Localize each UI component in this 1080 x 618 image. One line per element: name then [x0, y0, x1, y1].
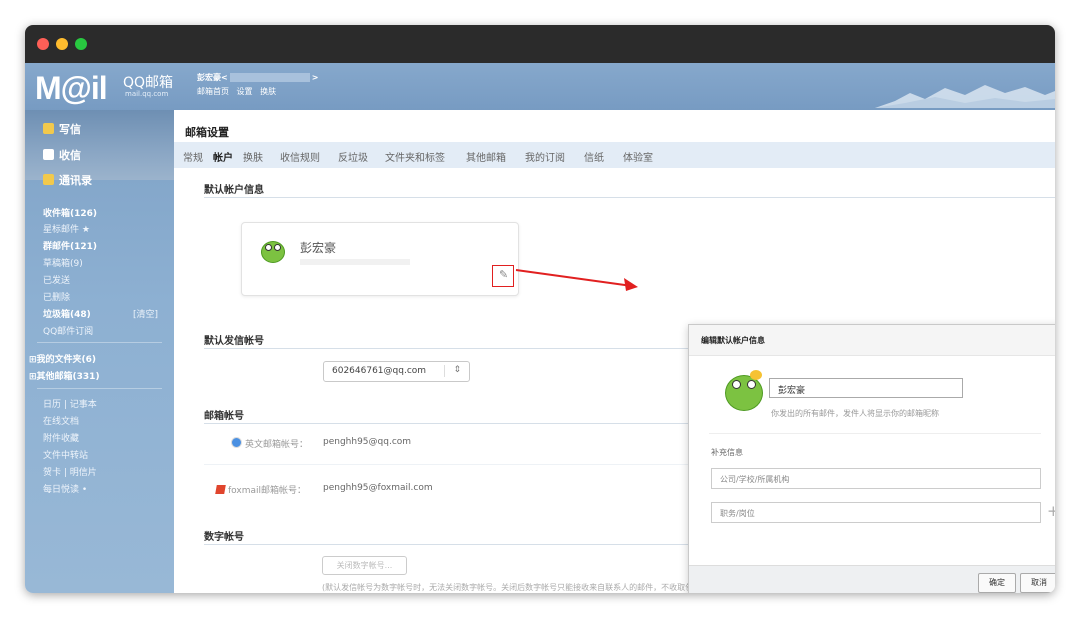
my-folders-group[interactable]: ⊞我的文件夹(6) — [29, 352, 96, 365]
minimize-window-button[interactable] — [56, 38, 68, 50]
folder-sent[interactable]: 已发送 — [43, 273, 70, 286]
qq-icon — [231, 437, 242, 448]
frog-avatar-icon — [261, 241, 285, 263]
folder-drafts[interactable]: 草稿箱(9) — [43, 256, 83, 269]
clear-spam-link[interactable]: [清空] — [133, 307, 158, 320]
section-default-sender: 默认发信帐号 — [204, 336, 264, 347]
section-digital-account: 数字帐号 — [204, 532, 244, 543]
logo-brand: QQ邮箱 — [123, 75, 174, 91]
nickname-hint: 你发出的所有邮件，发件人将显示你的邮箱昵称 — [771, 409, 939, 418]
other-mailboxes-group[interactable]: ⊞其他邮箱(331) — [29, 369, 100, 382]
online-docs-link[interactable]: 在线文档 — [43, 414, 79, 427]
english-account-label: 英文邮箱帐号： — [231, 437, 308, 450]
tab-folders-labels[interactable]: 文件夹和标签 — [385, 149, 445, 164]
sender-value: 602646761@qq.com — [332, 366, 427, 376]
calendar-notes-link[interactable]: 日历 | 记事本 — [43, 397, 97, 410]
contacts-icon — [43, 174, 54, 185]
tab-stationery[interactable]: 信纸 — [584, 149, 604, 164]
close-digital-account-button[interactable]: 关闭数字帐号... — [322, 556, 407, 575]
settings-tabs: 常规 帐户 换肤 收信规则 反垃圾 文件夹和标签 其他邮箱 我的订阅 信纸 体验… — [174, 142, 1055, 168]
default-sender-select[interactable]: 602646761@qq.com ⇕ — [323, 361, 470, 382]
annotation-arrow — [515, 269, 638, 291]
company-input[interactable]: 公司/学校/所属机构 — [711, 468, 1041, 489]
frog-avatar-icon[interactable] — [725, 370, 763, 411]
change-skin-link[interactable]: 换肤 — [260, 87, 276, 96]
mail-logo[interactable]: M@il — [35, 70, 108, 107]
sidebar-divider — [37, 342, 162, 343]
page-title: 邮箱设置 — [185, 126, 229, 139]
sidebar-divider — [37, 388, 162, 389]
account-display-name: 彭宏豪 — [300, 241, 337, 255]
tab-antispam[interactable]: 反垃圾 — [338, 149, 368, 164]
folder-group[interactable]: 群邮件(121) — [43, 239, 97, 252]
folder-deleted[interactable]: 已删除 — [43, 290, 70, 303]
foxmail-icon — [215, 485, 226, 494]
supplement-title: 补充信息 — [711, 448, 743, 457]
title-bar — [25, 25, 1055, 63]
dialog-title: 编辑默认帐户信息 — [701, 336, 765, 345]
browser-window: M@il QQ邮箱 mail.qq.com 彭宏豪< > 邮箱首页 设置 换肤 写… — [25, 25, 1055, 593]
english-account-value: penghh95@qq.com — [323, 437, 412, 447]
account-card: 彭宏豪 — [241, 222, 519, 296]
contacts-button[interactable]: 通讯录 — [43, 172, 92, 188]
mail-home-link[interactable]: 邮箱首页 — [197, 87, 229, 96]
dialog-header: 编辑默认帐户信息 × — [689, 325, 1055, 356]
contacts-label: 通讯录 — [59, 174, 92, 187]
close-window-button[interactable] — [37, 38, 49, 50]
receive-button[interactable]: 收信 — [43, 147, 81, 163]
settings-main: 邮箱设置 常规 帐户 换肤 收信规则 反垃圾 文件夹和标签 其他邮箱 我的订阅 … — [174, 110, 1055, 593]
section-divider — [204, 197, 1055, 198]
folder-subscriptions[interactable]: QQ邮件订阅 — [43, 324, 93, 337]
section-default-info: 默认帐户信息 — [204, 185, 264, 196]
folder-starred[interactable]: 星标邮件 ★ — [43, 222, 90, 235]
user-name: 彭宏豪< — [197, 73, 228, 82]
file-transfer-link[interactable]: 文件中转站 — [43, 448, 88, 461]
edit-account-icon[interactable]: ✎ — [492, 265, 514, 287]
cards-postcards-link[interactable]: 贺卡 | 明信片 — [43, 465, 97, 478]
compose-label: 写信 — [59, 123, 81, 136]
redacted-account-email — [300, 259, 410, 265]
pencil-icon — [43, 123, 54, 134]
edit-account-dialog: 编辑默认帐户信息 × 彭宏豪 你发出的所有邮件，发件人将显示你的邮箱昵称 补充信… — [688, 324, 1055, 593]
nickname-input[interactable]: 彭宏豪 — [769, 378, 963, 398]
select-arrow-icon: ⇕ — [453, 365, 461, 375]
maximize-window-button[interactable] — [75, 38, 87, 50]
tab-skin[interactable]: 换肤 — [243, 149, 263, 164]
inbox-icon — [43, 149, 54, 160]
section-mail-accounts: 邮箱帐号 — [204, 411, 244, 422]
add-field-icon[interactable]: + — [1047, 502, 1055, 520]
tab-subscriptions[interactable]: 我的订阅 — [525, 149, 565, 164]
tab-other-mailboxes[interactable]: 其他邮箱 — [466, 149, 506, 164]
redacted-email — [229, 73, 310, 82]
header-links: 邮箱首页 设置 换肤 — [197, 86, 281, 97]
confirm-button[interactable]: 确定 — [978, 573, 1016, 593]
tab-account[interactable]: 帐户 — [213, 149, 233, 164]
folder-spam[interactable]: 垃圾箱(48) — [43, 307, 91, 320]
user-suffix: > — [311, 73, 319, 82]
tab-general[interactable]: 常规 — [183, 149, 203, 164]
user-account: 彭宏豪< > — [197, 72, 318, 83]
tab-lab[interactable]: 体验室 — [623, 149, 653, 164]
sidebar: 写信 收信 通讯录 收件箱(126) 星标邮件 ★ 群邮件(121) 草稿箱(9… — [25, 110, 174, 593]
foxmail-account-value: penghh95@foxmail.com — [323, 483, 433, 493]
position-input[interactable]: 职务/岗位 — [711, 502, 1041, 523]
tab-rules[interactable]: 收信规则 — [280, 149, 320, 164]
settings-link[interactable]: 设置 — [237, 87, 253, 96]
logo-domain: mail.qq.com — [125, 90, 169, 98]
mountain-decoration — [875, 85, 1055, 108]
cancel-button[interactable]: 取消 — [1020, 573, 1055, 593]
foxmail-account-label: foxmail邮箱帐号： — [215, 483, 306, 496]
folder-inbox[interactable]: 收件箱(126) — [43, 206, 97, 219]
dialog-footer: 确定 取消 — [689, 565, 1055, 593]
dialog-divider — [709, 433, 1041, 434]
compose-button[interactable]: 写信 — [43, 121, 81, 137]
daily-reading-link[interactable]: 每日悦读 • — [43, 482, 87, 495]
attachments-link[interactable]: 附件收藏 — [43, 431, 79, 444]
receive-label: 收信 — [59, 149, 81, 162]
